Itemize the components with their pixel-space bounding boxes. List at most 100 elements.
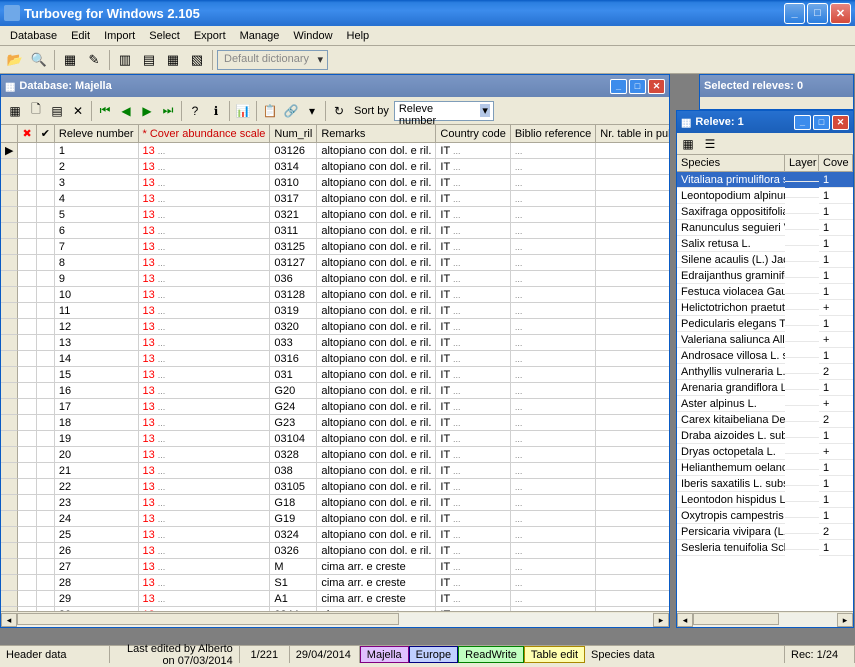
nav-prev-icon[interactable]: ◀: [116, 101, 136, 121]
species-row[interactable]: Helictotrichon praetutianum (Parl. e+: [677, 300, 853, 316]
species-grid[interactable]: Species Layer Cove Vitaliana primuliflor…: [677, 155, 853, 611]
sort-dropdown[interactable]: Releve number: [394, 101, 494, 121]
species-row[interactable]: Sesleria tenuifolia Schrad. subsp. t1: [677, 540, 853, 556]
search-icon[interactable]: 🔍: [28, 49, 50, 71]
refresh-icon[interactable]: ↻: [329, 101, 349, 121]
species-row[interactable]: Leontopodium alpinum Cass. subsp1: [677, 188, 853, 204]
rel-list-icon[interactable]: ☰: [701, 135, 719, 153]
species-row[interactable]: Salix retusa L.1: [677, 236, 853, 252]
col-country[interactable]: Country code: [436, 125, 510, 143]
menu-edit[interactable]: Edit: [65, 28, 96, 44]
species-row[interactable]: Edraijanthus graminifolius (L.) A. DC1: [677, 268, 853, 284]
rel-minimize-button[interactable]: _: [794, 115, 811, 130]
db-tool-3[interactable]: ▤: [47, 101, 67, 121]
nav-last-icon[interactable]: ⏭: [158, 101, 178, 121]
table-row[interactable]: 1013 ...03128altopiano con dol. e ril.IT…: [1, 287, 669, 303]
db-close-button[interactable]: ✕: [648, 79, 665, 94]
species-row[interactable]: Persicaria vivipara (L.) Ronse Decr2: [677, 524, 853, 540]
menu-import[interactable]: Import: [98, 28, 141, 44]
species-row[interactable]: Anthyllis vulneraria L. subsp. pulchi2: [677, 364, 853, 380]
scroll-right-icon[interactable]: ▸: [653, 613, 669, 627]
species-row[interactable]: Iberis saxatilis L. subsp. saxatilis1: [677, 476, 853, 492]
db-hscrollbar[interactable]: ◂ ▸: [1, 611, 669, 627]
table-row[interactable]: 413 ...0317altopiano con dol. e ril.IT .…: [1, 191, 669, 207]
menu-database[interactable]: Database: [4, 28, 63, 44]
database-grid[interactable]: ✖✔Releve number* Cover abundance scaleNu…: [1, 125, 669, 611]
view1-icon[interactable]: ▥: [114, 49, 136, 71]
table-row[interactable]: 1813 ...G23altopiano con dol. e ril.IT .…: [1, 415, 669, 431]
col-layer[interactable]: Layer: [785, 155, 819, 172]
table-row[interactable]: 2913 ...A1cima arr. e cresteIT ......001: [1, 591, 669, 607]
species-row[interactable]: Arenaria grandiflora L. subsp. grani1: [677, 380, 853, 396]
menu-window[interactable]: Window: [287, 28, 338, 44]
table-row[interactable]: 2213 ...03105altopiano con dol. e ril.IT…: [1, 479, 669, 495]
table-row[interactable]: 2413 ...G19altopiano con dol. e ril.IT .…: [1, 511, 669, 527]
col-v[interactable]: ✔: [37, 125, 55, 143]
table-row[interactable]: 2113 ...038altopiano con dol. e ril.IT .…: [1, 463, 669, 479]
open-icon[interactable]: 📂: [4, 49, 26, 71]
species-row[interactable]: Silene acaulis (L.) Jacq. s.l.1: [677, 252, 853, 268]
species-row[interactable]: Dryas octopetala L.+: [677, 444, 853, 460]
db-minimize-button[interactable]: _: [610, 79, 627, 94]
edit-icon[interactable]: ✎: [83, 49, 105, 71]
species-row[interactable]: Carex kitaibeliana Degen ex Bech.2: [677, 412, 853, 428]
species-row[interactable]: Androsace villosa L. subsp. villosa1: [677, 348, 853, 364]
db-maximize-button[interactable]: □: [629, 79, 646, 94]
table-row[interactable]: 1913 ...03104altopiano con dol. e ril.IT…: [1, 431, 669, 447]
view2-icon[interactable]: ▤: [138, 49, 160, 71]
species-row[interactable]: Valeriana saliunca All.+: [677, 332, 853, 348]
table-row[interactable]: 2013 ...0328altopiano con dol. e ril.IT …: [1, 447, 669, 463]
table-row[interactable]: 2813 ...S1cima arr. e cresteIT ......001: [1, 575, 669, 591]
table-row[interactable]: 1613 ...G20altopiano con dol. e ril.IT .…: [1, 383, 669, 399]
rel-scroll-left-icon[interactable]: ◂: [677, 613, 693, 627]
col-table[interactable]: Nr. table in publ.: [596, 125, 669, 143]
table-row[interactable]: 313 ...0310altopiano con dol. e ril.IT .…: [1, 175, 669, 191]
table-row[interactable]: 213 ...0314altopiano con dol. e ril.IT .…: [1, 159, 669, 175]
releve-titlebar[interactable]: ▦ Releve: 1 _ □ ✕: [677, 111, 853, 133]
rel-scroll-right-icon[interactable]: ▸: [837, 613, 853, 627]
close-button[interactable]: ✕: [830, 3, 851, 24]
table-row[interactable]: ▶113 ...03126altopiano con dol. e ril.IT…: [1, 143, 669, 159]
chart-icon[interactable]: 📊: [233, 101, 253, 121]
minimize-button[interactable]: _: [784, 3, 805, 24]
table-row[interactable]: 1713 ...G24altopiano con dol. e ril.IT .…: [1, 399, 669, 415]
table-row[interactable]: 913 ...036altopiano con dol. e ril.IT ..…: [1, 271, 669, 287]
col-biblio[interactable]: Biblio reference: [511, 125, 596, 143]
table-row[interactable]: 1113 ...0319altopiano con dol. e ril.IT …: [1, 303, 669, 319]
species-row[interactable]: Helianthemum oelandicum (L.) Dun1: [677, 460, 853, 476]
nav-first-icon[interactable]: ⏮: [95, 101, 115, 121]
copy-icon[interactable]: 📋: [260, 101, 280, 121]
species-row[interactable]: Pedicularis elegans Ten. (s.l.)1: [677, 316, 853, 332]
rel-hscrollbar[interactable]: ◂ ▸: [677, 611, 853, 627]
species-row[interactable]: Saxifraga oppositifolia L. subsp. op1: [677, 204, 853, 220]
menu-help[interactable]: Help: [341, 28, 376, 44]
table-row[interactable]: 613 ...0311altopiano con dol. e ril.IT .…: [1, 223, 669, 239]
col-cover[interactable]: Cove: [819, 155, 853, 172]
species-row[interactable]: Leontodon hispidus L. subsp. hispi1: [677, 492, 853, 508]
species-row[interactable]: Draba aizoides L. subsp. aizoides1: [677, 428, 853, 444]
species-row[interactable]: Ranunculus seguieri Vill. subsp. se1: [677, 220, 853, 236]
table-row[interactable]: 813 ...03127altopiano con dol. e ril.IT …: [1, 255, 669, 271]
table-row[interactable]: 1513 ...031altopiano con dol. e ril.IT .…: [1, 367, 669, 383]
col-x[interactable]: ✖: [18, 125, 36, 143]
help-icon[interactable]: ?: [185, 101, 205, 121]
dictionary-dropdown[interactable]: Default dictionary: [217, 50, 328, 70]
table-row[interactable]: 513 ...0321altopiano con dol. e ril.IT .…: [1, 207, 669, 223]
dd-icon[interactable]: ▾: [302, 101, 322, 121]
menu-manage[interactable]: Manage: [234, 28, 286, 44]
table-row[interactable]: 3013 ...0344cima arr. e cresteIT ......0…: [1, 607, 669, 611]
table-row[interactable]: 1213 ...0320altopiano con dol. e ril.IT …: [1, 319, 669, 335]
database-titlebar[interactable]: ▦ Database: Majella _ □ ✕: [1, 75, 669, 97]
table-row[interactable]: 1413 ...0316altopiano con dol. e ril.IT …: [1, 351, 669, 367]
info-icon[interactable]: ℹ: [206, 101, 226, 121]
rel-maximize-button[interactable]: □: [813, 115, 830, 130]
db-tool-delete[interactable]: ✕: [68, 101, 88, 121]
db-tool-1[interactable]: ▦: [5, 101, 25, 121]
table-row[interactable]: 2613 ...0326altopiano con dol. e ril.IT …: [1, 543, 669, 559]
species-row[interactable]: Vitaliana primuliflora subsp. praetuti1: [677, 172, 853, 188]
menu-select[interactable]: Select: [143, 28, 186, 44]
col-num[interactable]: Num_ril: [270, 125, 317, 143]
col-species[interactable]: Species: [677, 155, 785, 172]
view4-icon[interactable]: ▧: [186, 49, 208, 71]
add-icon[interactable]: ▦: [59, 49, 81, 71]
